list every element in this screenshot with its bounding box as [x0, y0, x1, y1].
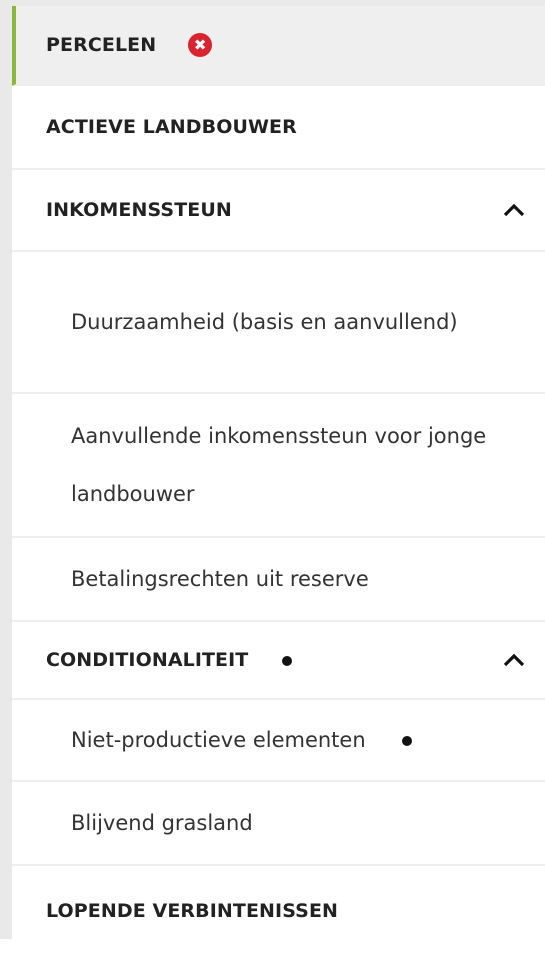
nav-item-inkomenssteun[interactable]: INKOMENSSTEUN [12, 170, 545, 252]
nav-item-inkomenssteun-label: INKOMENSSTEUN [46, 199, 232, 221]
status-dot-icon [282, 655, 293, 666]
nav-item-conditionaliteit[interactable]: CONDITIONALITEIT [12, 622, 545, 700]
subnav-item-label: Niet-productieve elementen [71, 728, 366, 752]
subnav-item-blijvend-grasland[interactable]: Blijvend grasland [12, 782, 545, 866]
subnav-item-label: Duurzaamheid (basis en aanvullend) [71, 310, 458, 334]
nav-item-conditionaliteit-label: CONDITIONALITEIT [46, 649, 249, 671]
nav-item-actieve-landbouwer[interactable]: ACTIEVE LANDBOUWER [12, 86, 545, 170]
nav-item-percelen-label: PERCELEN [46, 34, 157, 56]
subnav-item-label: Betalingsrechten uit reserve [71, 567, 369, 591]
subnav-item-betalingsrechten[interactable]: Betalingsrechten uit reserve [12, 538, 545, 622]
nav-item-actieve-landbouwer-label: ACTIEVE LANDBOUWER [46, 116, 297, 138]
nav-item-percelen[interactable]: PERCELEN ✖ [12, 6, 545, 86]
chevron-up-icon[interactable] [503, 203, 525, 217]
subnav-item-label: Aanvullende inkomenssteun voor jonge lan… [71, 424, 487, 506]
chevron-up-icon[interactable] [503, 653, 525, 667]
subnav-item-aanvullende-inkomenssteun[interactable]: Aanvullende inkomenssteun voor jonge lan… [12, 394, 545, 538]
close-icon[interactable]: ✖ [188, 33, 213, 57]
left-gutter [0, 0, 12, 939]
subnav-item-niet-productieve-elementen[interactable]: Niet-productieve elementen [12, 700, 545, 782]
nav-item-lopende-verbintenissen[interactable]: LOPENDE VERBINTENISSEN [12, 866, 545, 956]
sidebar-nav: PERCELEN ✖ ACTIEVE LANDBOUWER INKOMENSST… [12, 6, 545, 956]
status-dot-icon [401, 736, 412, 746]
subnav-item-duurzaamheid[interactable]: Duurzaamheid (basis en aanvullend) [12, 252, 545, 394]
subnav-item-label: Blijvend grasland [71, 811, 253, 835]
subnav-item-niet-productieve-label-wrap: Niet-productieve elementen [71, 711, 412, 769]
nav-item-conditionaliteit-label-wrap: CONDITIONALITEIT [46, 649, 503, 671]
nav-item-lopende-verbintenissen-label: LOPENDE VERBINTENISSEN [46, 900, 339, 922]
